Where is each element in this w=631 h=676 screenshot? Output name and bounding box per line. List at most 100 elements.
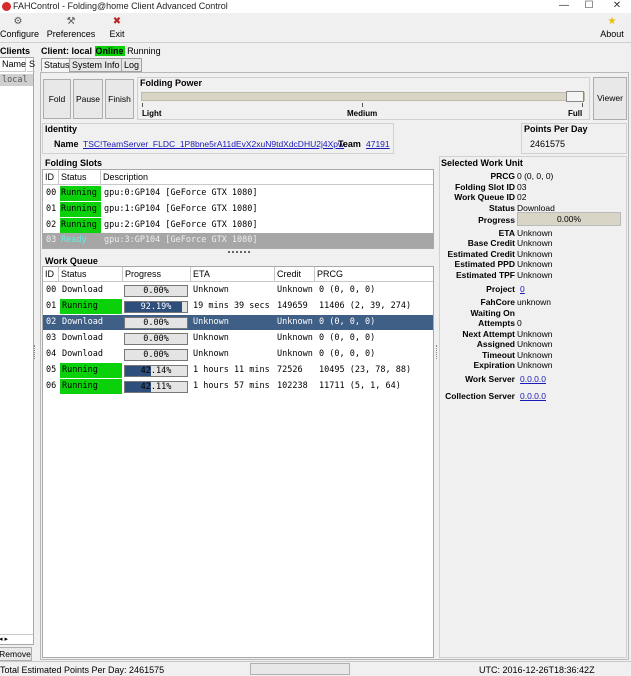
app-icon bbox=[2, 2, 11, 11]
wu-queue-id: 02 bbox=[517, 192, 527, 202]
splitter-handle[interactable] bbox=[34, 345, 37, 359]
wu-expiration: Unknown bbox=[517, 360, 553, 370]
queue-row[interactable]: 05 Running 42.14% 1 hours 11 mins 72526 … bbox=[43, 363, 433, 378]
queue-col-prcg[interactable]: PRCG bbox=[315, 267, 433, 282]
power-label-light: Light bbox=[142, 109, 162, 118]
wu-work-server-link[interactable]: 0.0.0.0 bbox=[520, 374, 546, 384]
power-label-full: Full bbox=[568, 109, 583, 118]
wu-collection-server-link[interactable]: 0.0.0.0 bbox=[520, 391, 546, 401]
queue-col-eta[interactable]: ETA bbox=[191, 267, 275, 282]
slot-row[interactable]: 02 Running gpu:2:GP104 [GeForce GTX 1080… bbox=[43, 218, 433, 233]
client-item-local[interactable]: local bbox=[0, 74, 33, 86]
ppd-title: Points Per Day bbox=[524, 124, 588, 134]
viewer-button[interactable]: Viewer bbox=[593, 77, 627, 120]
progress-bar: 42.14% bbox=[124, 365, 188, 377]
wu-next-attempt: Unknown bbox=[517, 329, 553, 339]
selected-work-unit-group: Selected Work Unit PRCG 0 (0, 0, 0) Fold… bbox=[439, 156, 627, 658]
pause-button[interactable]: Pause bbox=[73, 79, 103, 119]
slot-status-running: Running bbox=[60, 218, 101, 233]
power-label-medium: Medium bbox=[347, 109, 378, 118]
wu-attempts: 0 bbox=[517, 318, 522, 328]
close-button[interactable]: ✕ bbox=[606, 0, 628, 13]
wu-project-link[interactable]: 0 bbox=[520, 284, 525, 294]
minimize-button[interactable]: — bbox=[553, 0, 575, 13]
preferences-icon: ⚒ bbox=[66, 16, 76, 27]
slot-row[interactable]: 01 Running gpu:1:GP104 [GeForce GTX 1080… bbox=[43, 202, 433, 217]
queue-row[interactable]: 01 Running 92.19% 19 mins 39 secs 149659… bbox=[43, 299, 433, 314]
queue-row[interactable]: 00 Download 0.00% Unknown Unknown 0 (0, … bbox=[43, 283, 433, 298]
work-queue-table: ID Status Progress ETA Credit PRCG 00 Do… bbox=[42, 266, 434, 658]
wu-prcg: 0 (0, 0, 0) bbox=[517, 171, 554, 181]
exit-icon: ✖ bbox=[112, 16, 122, 27]
queue-row[interactable]: 04 Download 0.00% Unknown Unknown 0 (0, … bbox=[43, 347, 433, 362]
about-icon: ★ bbox=[607, 16, 617, 27]
queue-col-progress[interactable]: Progress bbox=[123, 267, 191, 282]
status-bar: Total Estimated Points Per Day: 2461575 … bbox=[0, 661, 631, 676]
clients-header: Clients bbox=[0, 46, 31, 56]
slots-col-id[interactable]: ID bbox=[43, 170, 59, 185]
slot-row-selected[interactable]: 03 Ready gpu:3:GP104 [GeForce GTX 1080] bbox=[43, 233, 433, 248]
wu-est-credit: Unknown bbox=[517, 249, 553, 259]
queue-row[interactable]: 06 Running 42.11% 1 hours 57 mins 102238… bbox=[43, 379, 433, 394]
work-queue-title: Work Queue bbox=[45, 256, 98, 266]
power-slider-track[interactable] bbox=[141, 92, 585, 101]
tick-medium bbox=[362, 103, 363, 107]
maximize-button[interactable]: ☐ bbox=[578, 0, 600, 13]
total-ppd-text: Total Estimated Points Per Day: 2461575 bbox=[0, 665, 165, 675]
tick-full bbox=[582, 103, 583, 107]
team-number[interactable]: 47191 bbox=[366, 139, 390, 149]
slot-row[interactable]: 00 Running gpu:0:GP104 [GeForce GTX 1080… bbox=[43, 186, 433, 201]
remove-button[interactable]: Remove bbox=[0, 647, 32, 661]
clients-col-name[interactable]: Name bbox=[0, 58, 26, 72]
finish-button[interactable]: Finish bbox=[105, 79, 134, 119]
progress-bar: 0.00% bbox=[124, 333, 188, 345]
client-status: Client: local Online Running bbox=[41, 46, 161, 56]
selected-work-unit-title: Selected Work Unit bbox=[441, 158, 523, 168]
toolbar: ⚙ Configure ⚒ Preferences ✖ Exit ★ About bbox=[0, 13, 631, 43]
about-button[interactable]: ★ About bbox=[598, 15, 626, 41]
power-slider-thumb[interactable] bbox=[566, 91, 584, 102]
tab-status[interactable]: Status bbox=[41, 58, 73, 72]
queue-col-id[interactable]: ID bbox=[43, 267, 59, 282]
tick-light bbox=[142, 103, 143, 107]
wu-fahcore: unknown bbox=[517, 297, 552, 307]
online-badge: Online bbox=[94, 46, 125, 56]
queue-col-status[interactable]: Status bbox=[59, 267, 123, 282]
slot-status-running: Running bbox=[60, 202, 101, 217]
exit-button[interactable]: ✖ Exit bbox=[104, 15, 130, 41]
folding-slots-title: Folding Slots bbox=[45, 158, 102, 168]
utc-clock: UTC: 2016-12-26T18:36:42Z bbox=[479, 665, 595, 675]
fold-button[interactable]: Fold bbox=[43, 79, 71, 119]
wu-timeout: Unknown bbox=[517, 350, 553, 360]
folding-power-group: Folding Power Light Medium Full bbox=[137, 77, 590, 120]
wu-assigned: Unknown bbox=[517, 339, 553, 349]
identity-group: Identity Name TSC!TeamServer_FLDC_1P8bne… bbox=[42, 123, 394, 154]
clients-col-s[interactable]: S bbox=[27, 58, 35, 72]
clients-hscroll[interactable]: ◂ ▸ bbox=[0, 634, 33, 644]
preferences-button[interactable]: ⚒ Preferences bbox=[46, 15, 96, 41]
wu-progress-bar: 0.00% bbox=[517, 212, 621, 226]
progress-bar: 0.00% bbox=[124, 317, 188, 329]
tab-log[interactable]: Log bbox=[121, 58, 143, 72]
title-bar: FAHControl - Folding@home Client Advance… bbox=[0, 0, 631, 13]
slot-status-ready: Ready bbox=[61, 235, 87, 245]
slots-col-status[interactable]: Status bbox=[59, 170, 101, 185]
slots-splitter[interactable] bbox=[228, 251, 250, 253]
tab-system-info[interactable]: System Info bbox=[69, 58, 123, 72]
queue-col-credit[interactable]: Credit bbox=[275, 267, 315, 282]
status-bar-progress bbox=[250, 663, 350, 675]
wu-slot-id: 03 bbox=[517, 182, 527, 192]
queue-row[interactable]: 03 Download 0.00% Unknown Unknown 0 (0, … bbox=[43, 331, 433, 346]
window-title: FAHControl - Folding@home Client Advance… bbox=[13, 1, 228, 11]
slots-col-description[interactable]: Description bbox=[101, 170, 433, 185]
queue-status-running: Running bbox=[60, 363, 122, 378]
queue-status-running: Running bbox=[60, 379, 122, 394]
queue-status-running: Running bbox=[60, 299, 122, 314]
folding-power-title: Folding Power bbox=[140, 78, 202, 88]
queue-row-selected[interactable]: 02 Download 0.00% Unknown Unknown 0 (0, … bbox=[43, 315, 433, 330]
configure-icon: ⚙ bbox=[13, 16, 23, 27]
clients-list: Name S local ◂ ▸ bbox=[0, 57, 35, 645]
ppd-value: 2461575 bbox=[530, 139, 566, 149]
configure-button[interactable]: ⚙ Configure bbox=[0, 15, 39, 41]
identity-name[interactable]: TSC!TeamServer_FLDC_1P8bne5rA11dEvX2xuN9… bbox=[83, 139, 344, 149]
